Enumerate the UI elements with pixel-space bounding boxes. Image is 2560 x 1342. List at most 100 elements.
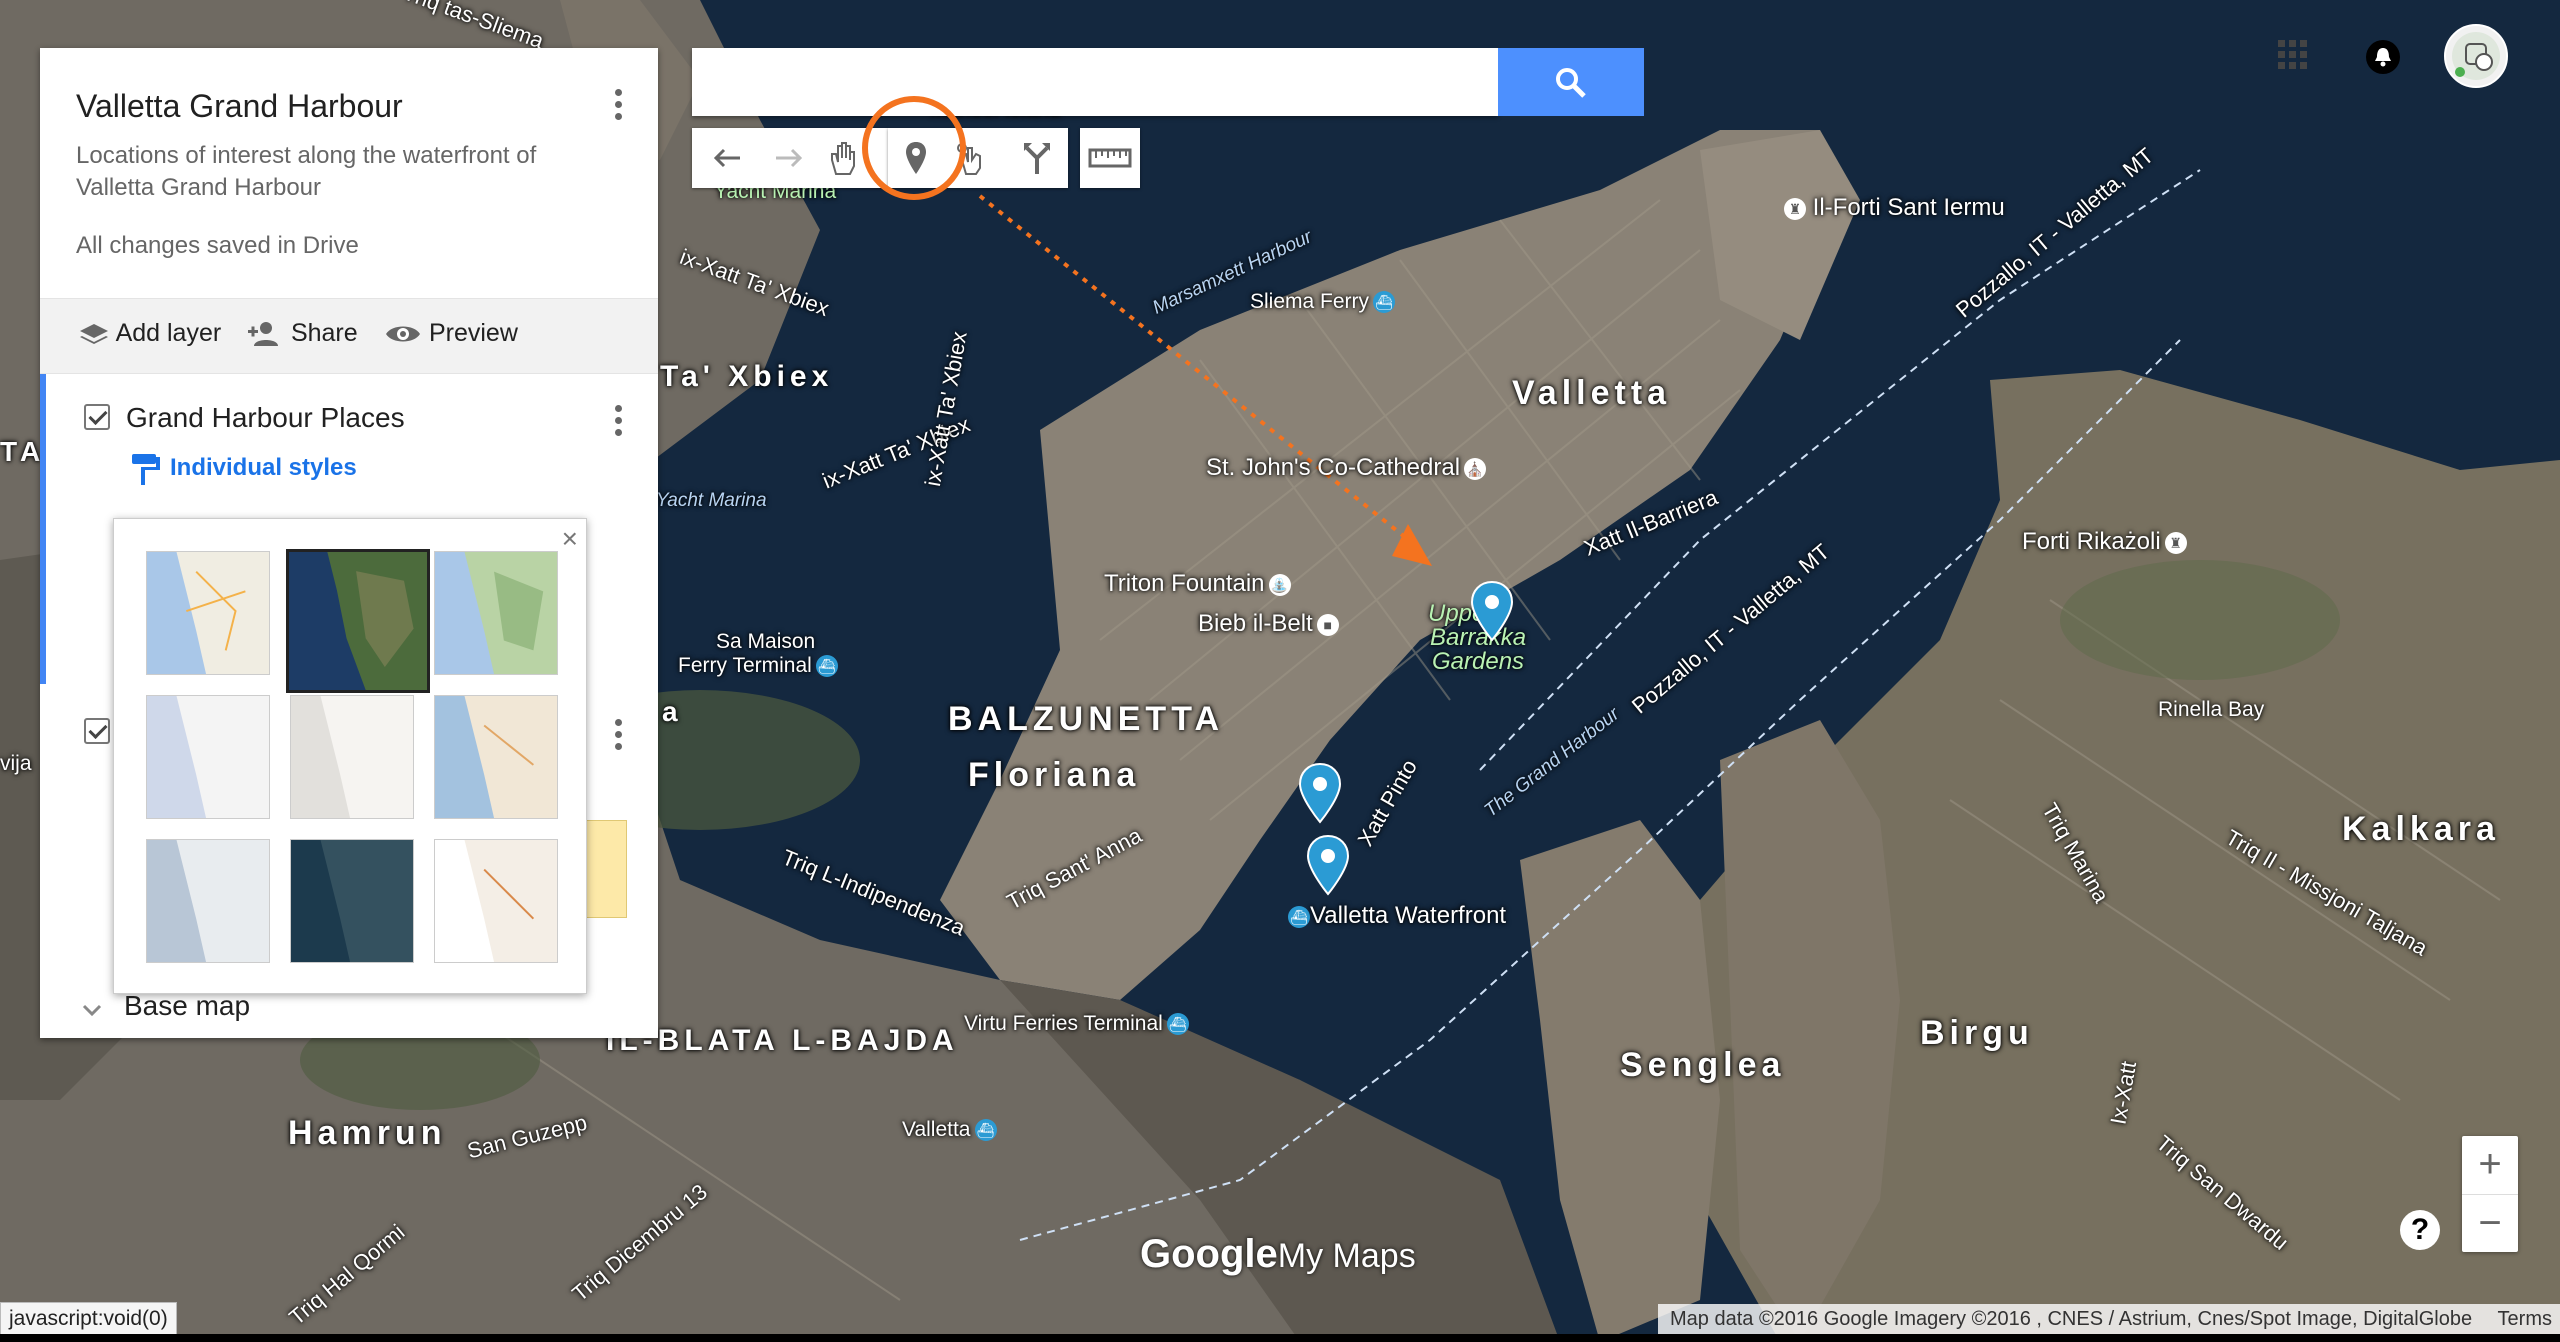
history-tools [692,128,888,188]
basemap-dark-landmass[interactable] [290,839,414,963]
search-button[interactable] [1498,48,1644,116]
map-label: Ta' Xbiex [660,360,834,393]
active-layer-indicator [40,374,46,684]
add-person-icon [248,322,278,347]
highlight-circle [862,96,966,200]
ruler-icon [1088,148,1132,168]
directions-icon [1024,143,1050,174]
avatar[interactable] [2444,24,2508,88]
share-button[interactable]: Share [248,319,358,348]
basemap-terrain[interactable] [434,551,558,675]
church-icon: ⛪ [1464,457,1487,480]
layer-visibility-checkbox[interactable] [84,404,110,430]
map-marker[interactable] [1470,580,1514,642]
basemap-light-landmass[interactable] [146,839,270,963]
redo-button[interactable] [760,128,812,188]
map-label: Bieb il-Belt ■ [1198,610,1339,638]
layer-options-menu-button[interactable] [600,400,636,456]
map-attribution: Map data ©2016 Google Imagery ©2016 , CN… [1658,1304,2560,1334]
close-icon[interactable]: × [562,523,578,555]
monument-icon: ♜ [2164,531,2187,554]
map-label: Senglea [1620,1046,1786,1084]
bell-icon [2375,48,2391,67]
search-box [692,48,1498,116]
undo-icon [714,148,740,168]
map-marker[interactable] [1306,834,1350,896]
paint-roller-icon [132,454,160,485]
google-my-maps-logo: GoogleMy Maps [1140,1232,1416,1276]
select-hand-button[interactable] [816,128,868,188]
map-label: TA [0,436,46,467]
map-label: Valletta [1512,374,1672,412]
redo-icon [776,148,802,168]
map-label: Gardens [1432,648,1525,675]
map-label: Floriana [968,756,1141,794]
basemap-light-political[interactable] [146,695,270,819]
help-button[interactable]: ? [2400,1210,2440,1250]
individual-styles-link[interactable]: Individual styles [170,454,357,482]
undo-button[interactable] [702,128,754,188]
monument-icon: ♜ [1784,197,1806,220]
map-label: Sa Maison [716,630,816,653]
zoom-in-button[interactable]: + [2462,1136,2518,1195]
map-label: Rinella Bay [2158,698,2265,721]
map-label: Forti Rikażoli ♜ [2022,528,2187,556]
ferry-icon: ⛴ [1373,291,1396,314]
terms-link[interactable]: Terms [2498,1304,2552,1334]
base-map-picker: × [113,518,587,994]
map-label: IL-BLATA L-BAJDA [606,1024,959,1057]
map-preview-thumbnail [585,820,627,918]
fountain-icon: ⛲ [1268,573,1291,596]
map-label: ♜ Il-Forti Sant Iermu [1780,194,2005,222]
apps-grid-icon[interactable] [2278,40,2308,70]
bottom-border [0,1334,2560,1342]
zoom-out-button[interactable]: − [2462,1195,2518,1253]
base-map-label[interactable]: Base map [124,990,250,1022]
map-label: Valletta ⛴ [902,1118,997,1142]
chevron-down-icon[interactable] [80,1000,104,1020]
map-description[interactable]: Locations of interest along the waterfro… [76,140,616,204]
map-options-menu-button[interactable] [600,84,636,140]
map-label: Yacht Marina [656,490,767,511]
ferry-icon: ⛴ [1288,905,1310,928]
status-bar: javascript:void(0) [0,1302,177,1336]
search-icon [1556,68,1586,98]
preview-button[interactable]: Preview [384,319,518,348]
ferry-icon: ⛴ [974,1119,997,1142]
add-layer-button[interactable]: Add layer [78,319,221,348]
ferry-icon: ⛴ [1166,1013,1189,1036]
map-label: a [662,696,683,727]
measure-distance-button[interactable] [1084,128,1136,188]
search-input[interactable] [692,48,1490,114]
map-label: Hamrun [288,1114,447,1152]
map-label: Birgu [1920,1014,2034,1052]
panel-actions: Add layer Share Preview [40,298,658,374]
hand-icon [831,142,855,175]
layers-icon [80,324,108,345]
map-label: Sliema Ferry ⛴ [1250,290,1396,314]
map-label: St. John's Co-Cathedral ⛪ [1206,454,1487,482]
basemap-simple-atlas[interactable] [434,695,558,819]
map-marker[interactable] [1298,762,1342,824]
basemap-mono-city[interactable] [290,695,414,819]
basemap-whitewater[interactable] [434,839,558,963]
zoom-control: + − [2462,1136,2518,1252]
map-label: vija [0,752,32,775]
map-label: Kalkara [2342,810,2500,848]
map-label: Ferry Terminal ⛴ [678,654,838,678]
basemap-map[interactable] [146,551,270,675]
map-title[interactable]: Valletta Grand Harbour [76,88,403,125]
basemap-satellite[interactable] [286,549,430,693]
map-label: BALZUNETTA [948,700,1224,738]
map-label: Triton Fountain ⛲ [1104,570,1291,598]
layer-title[interactable]: Grand Harbour Places [126,402,405,434]
ferry-icon: ⛴ [815,655,838,678]
add-directions-button[interactable] [1010,128,1062,188]
second-layer-options-button[interactable] [600,714,636,770]
measure-tools [1080,128,1140,188]
save-status: All changes saved in Drive [76,232,359,259]
eye-icon [386,326,420,342]
map-label: ⛴Valletta Waterfront [1284,902,1506,930]
notifications-button[interactable] [2366,40,2400,74]
second-layer-checkbox[interactable] [84,718,110,744]
